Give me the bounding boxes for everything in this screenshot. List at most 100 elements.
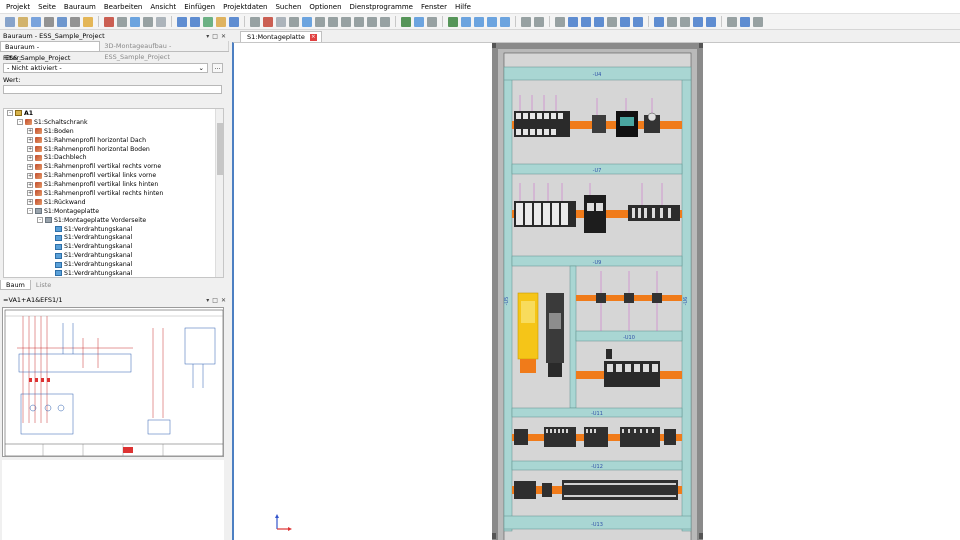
tree-item[interactable]: + S1:Rahmenprofil horizontal Dach — [4, 136, 223, 145]
toolbar-tool-icon[interactable] — [143, 16, 153, 27]
tree-item[interactable]: + S1:Rahmenprofil vertikal rechts hinten — [4, 189, 223, 198]
tree-item[interactable]: + S1:Rahmenprofil vertikal rechts vorne — [4, 162, 223, 171]
duct-vertical-middle[interactable] — [569, 265, 577, 409]
filter-select[interactable]: - Nicht aktiviert - ⌄ — [3, 63, 208, 73]
toolbar-tool-icon[interactable] — [534, 16, 544, 27]
toolbar-tool-icon[interactable] — [250, 16, 260, 27]
menu-item-fenster[interactable]: Fenster — [421, 3, 447, 11]
tree-item[interactable]: S1:Verdrahtungskanal — [4, 260, 223, 269]
toolbar-tool-icon[interactable] — [633, 16, 643, 27]
collapse-icon[interactable]: - — [27, 208, 33, 215]
tree-item[interactable]: - S1:Montageplatte — [4, 207, 223, 216]
menu-item-seite[interactable]: Seite — [38, 3, 56, 11]
menu-item-suchen[interactable]: Suchen — [275, 3, 301, 11]
menu-item-dienstprogramme[interactable]: Dienstprogramme — [350, 3, 413, 11]
close-icon[interactable]: ✕ — [221, 33, 226, 40]
toolbar-tool-icon[interactable] — [203, 16, 213, 27]
toolbar-tool-icon[interactable] — [401, 16, 411, 27]
expand-icon[interactable]: + — [27, 172, 33, 179]
toolbar-tool-icon[interactable] — [654, 16, 664, 27]
expand-icon[interactable]: + — [27, 199, 33, 206]
collapse-icon[interactable]: - — [17, 119, 23, 126]
toolbar-tool-icon[interactable] — [190, 16, 200, 27]
toolbar-tool-icon[interactable] — [177, 16, 187, 27]
schematic-preview[interactable] — [2, 307, 224, 457]
toolbar-tool-icon[interactable] — [70, 16, 80, 27]
toolbar-tool-icon[interactable] — [289, 16, 299, 27]
toolbar-tool-icon[interactable] — [31, 16, 41, 27]
expand-icon[interactable]: + — [27, 181, 33, 188]
tree-item[interactable]: - S1:Schaltschrank — [4, 118, 223, 127]
toolbar-tool-icon[interactable] — [216, 16, 226, 27]
expand-icon[interactable]: + — [27, 146, 33, 152]
dock-icon[interactable]: □ — [212, 297, 218, 304]
toolbar-tool-icon[interactable] — [680, 16, 690, 27]
tree-scrollbar-thumb[interactable] — [217, 123, 223, 175]
menu-item-hilfe[interactable]: Hilfe — [455, 3, 471, 11]
menu-item-projekt[interactable]: Projekt — [6, 3, 30, 11]
expand-icon[interactable]: + — [27, 190, 33, 197]
toolbar-tool-icon[interactable] — [276, 16, 286, 27]
close-icon[interactable]: ✕ — [221, 297, 226, 304]
toolbar-tool-icon[interactable] — [341, 16, 351, 27]
toolbar-tool-icon[interactable] — [427, 16, 437, 27]
toolbar-tool-icon[interactable] — [5, 16, 15, 27]
toolbar-tool-icon[interactable] — [693, 16, 703, 27]
filter-more-button[interactable]: ... — [212, 63, 223, 73]
pin-icon[interactable]: ▾ — [206, 33, 209, 40]
menu-item-ansicht[interactable]: Ansicht — [150, 3, 176, 11]
toolbar-tool-icon[interactable] — [620, 16, 630, 27]
tree-item[interactable]: S1:Verdrahtungskanal — [4, 269, 223, 277]
toolbar-tool-icon[interactable] — [328, 16, 338, 27]
toolbar-tool-icon[interactable] — [448, 16, 458, 27]
menu-item-bauraum[interactable]: Bauraum — [64, 3, 96, 11]
toolbar-tool-icon[interactable] — [57, 16, 67, 27]
toolbar-tool-icon[interactable] — [354, 16, 364, 27]
toolbar-tool-icon[interactable] — [500, 16, 510, 27]
toolbar-tool-icon[interactable] — [130, 16, 140, 27]
menu-item-einf-gen[interactable]: Einfügen — [184, 3, 215, 11]
toolbar-tool-icon[interactable] — [555, 16, 565, 27]
tree-item[interactable]: S1:Verdrahtungskanal — [4, 225, 223, 234]
toolbar-tool-icon[interactable] — [380, 16, 390, 27]
tab-3d-montageaufbau[interactable]: 3D-Montageaufbau - ESS_Sample_Project — [100, 41, 229, 61]
tree-item[interactable]: - A1 — [4, 109, 223, 118]
toolbar-tool-icon[interactable] — [315, 16, 325, 27]
toolbar-tool-icon[interactable] — [581, 16, 591, 27]
value-input[interactable] — [3, 85, 222, 94]
toolbar-tool-icon[interactable] — [474, 16, 484, 27]
tab-liste[interactable]: Liste — [31, 280, 56, 290]
toolbar-tool-icon[interactable] — [18, 16, 28, 27]
expand-icon[interactable]: + — [27, 154, 33, 161]
collapse-icon[interactable]: - — [37, 217, 43, 224]
tree-item[interactable]: + S1:Rahmenprofil vertikal links vorne — [4, 171, 223, 180]
tree-item[interactable]: S1:Verdrahtungskanal — [4, 251, 223, 260]
toolbar-tool-icon[interactable] — [156, 16, 166, 27]
expand-icon[interactable]: + — [27, 128, 33, 135]
expand-icon[interactable]: + — [27, 163, 33, 170]
toolbar-tool-icon[interactable] — [302, 16, 312, 27]
toolbar-tool-icon[interactable] — [83, 16, 93, 27]
menu-item-bearbeiten[interactable]: Bearbeiten — [104, 3, 142, 11]
toolbar-tool-icon[interactable] — [414, 16, 424, 27]
toolbar-tool-icon[interactable] — [104, 16, 114, 27]
toolbar-tool-icon[interactable] — [607, 16, 617, 27]
toolbar-tool-icon[interactable] — [487, 16, 497, 27]
tree-item[interactable]: S1:Verdrahtungskanal — [4, 233, 223, 242]
tree-item[interactable]: + S1:Dachblech — [4, 153, 223, 162]
tree-item[interactable]: + S1:Rahmenprofil vertikal links hinten — [4, 180, 223, 189]
tree-scrollbar[interactable] — [215, 109, 223, 277]
tab-montageplatte[interactable]: S1:Montageplatte × — [240, 31, 322, 42]
expand-icon[interactable]: + — [27, 137, 33, 144]
tab-baum[interactable]: Baum — [0, 280, 31, 290]
toolbar-tool-icon[interactable] — [44, 16, 54, 27]
toolbar-tool-icon[interactable] — [667, 16, 677, 27]
menu-item-optionen[interactable]: Optionen — [309, 3, 341, 11]
tab-bauraum[interactable]: Bauraum - ESS_Sample_Project — [0, 41, 101, 62]
toolbar-tool-icon[interactable] — [740, 16, 750, 27]
menu-item-projektdaten[interactable]: Projektdaten — [223, 3, 267, 11]
cabinet-drawing[interactable]: -U4 -U7 -U9 -U10 -U11 -U12 -U13 -U5 -U6 — [492, 43, 703, 540]
collapse-icon[interactable]: - — [7, 110, 13, 117]
tree-item[interactable]: + S1:Rückwand — [4, 198, 223, 207]
toolbar-tool-icon[interactable] — [367, 16, 377, 27]
